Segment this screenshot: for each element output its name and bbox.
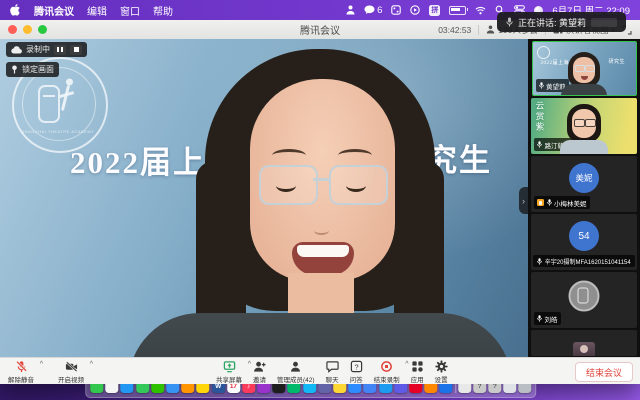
meeting-toolbar: 解除静音 ^ 开启视频 ^ 共享屏幕 ^ 邀请 bbox=[0, 357, 640, 384]
participant-tile-huangwangli[interactable]: 2022届上海 研究生 黄望莉 bbox=[532, 41, 637, 96]
record-status-icon[interactable] bbox=[410, 5, 420, 15]
meeting-window: 腾讯会议 03:42:53 199人参会 演讲者视图 ▾ bbox=[0, 20, 640, 384]
battery-icon bbox=[449, 6, 466, 15]
wifi-icon[interactable] bbox=[475, 6, 486, 15]
user-status-icon[interactable] bbox=[346, 5, 355, 15]
participant-avatar: 54 bbox=[569, 221, 599, 251]
divider bbox=[478, 25, 479, 35]
participant-tile-2[interactable]: 云赏紫 路汀韓妮 bbox=[531, 98, 637, 154]
chat-button[interactable]: 聊天 bbox=[326, 360, 339, 384]
speaking-toast-label: 正在讲话: 黄望莉 bbox=[518, 16, 586, 29]
participants-icon bbox=[486, 25, 495, 34]
settings-button[interactable]: 设置 bbox=[435, 360, 448, 384]
menu-help[interactable]: 帮助 bbox=[153, 3, 173, 18]
desktop: 腾讯会议 编辑 窗口 帮助 6 拼 bbox=[0, 0, 640, 400]
pin-icon bbox=[11, 65, 18, 74]
minimize-window-button[interactable] bbox=[23, 25, 32, 34]
participant-tile-4[interactable]: 54 辛宇20摄制MFA1620151041154 bbox=[531, 214, 637, 270]
participant-avatar-seal bbox=[569, 280, 600, 311]
participant-video-person bbox=[558, 104, 610, 154]
end-meeting-button[interactable]: 结束会议 bbox=[575, 362, 633, 382]
start-video-button[interactable]: 开启视频 ^ bbox=[58, 360, 84, 384]
participant-video-person bbox=[561, 52, 607, 96]
stop-recording-button[interactable] bbox=[70, 45, 82, 55]
participant-tile-5[interactable]: 刘皓 bbox=[531, 272, 637, 328]
seal-caption: SHANGHAI THEATRE ACADEMY bbox=[12, 129, 104, 134]
chat-icon bbox=[326, 360, 339, 373]
apps-grid-icon bbox=[411, 360, 424, 373]
recording-label: 录制中 bbox=[26, 44, 50, 55]
menu-app-name[interactable]: 腾讯会议 bbox=[34, 3, 74, 18]
sidebar-collapse-handle[interactable]: › bbox=[519, 187, 528, 214]
toast-preview-thumb bbox=[591, 18, 617, 27]
pause-recording-button[interactable] bbox=[54, 45, 66, 55]
camera-off-icon bbox=[65, 360, 78, 373]
apple-menu-icon[interactable] bbox=[10, 4, 21, 16]
recording-badge: 录制中 bbox=[6, 42, 87, 57]
share-screen-button[interactable]: 共享屏幕 ^ bbox=[216, 360, 242, 384]
participant-name-badge: 刘皓 bbox=[534, 312, 561, 325]
participant-name-badge: 辛宇20摄制MFA1620151041154 bbox=[533, 255, 635, 267]
meeting-content: 录制中 锁定画面 SHANGHAI THEATRE ACADEMY 2022届上… bbox=[0, 39, 640, 358]
participant-avatar: 美妮 bbox=[569, 163, 599, 193]
main-video-stage: 录制中 锁定画面 SHANGHAI THEATRE ACADEMY 2022届上… bbox=[0, 39, 528, 358]
speaker-face bbox=[250, 79, 395, 281]
game-status-icon[interactable] bbox=[391, 5, 401, 15]
mic-off-icon bbox=[15, 360, 28, 373]
mic-icon bbox=[537, 258, 542, 265]
gear-icon bbox=[435, 360, 448, 373]
tile-vertical-text: 云赏紫 bbox=[534, 101, 546, 133]
wechat-badge-count: 6 bbox=[377, 5, 382, 16]
participant-tile-6[interactable] bbox=[531, 330, 637, 356]
mic-icon bbox=[506, 17, 513, 27]
qa-icon: ? bbox=[350, 360, 363, 373]
tile-bg-text: 研究生 bbox=[609, 58, 626, 65]
qa-button[interactable]: ? 问答 bbox=[350, 360, 363, 384]
pinned-view-badge: 锁定画面 bbox=[6, 62, 59, 77]
input-method-icon[interactable]: 拼 bbox=[429, 5, 440, 16]
mic-icon bbox=[537, 141, 542, 148]
close-window-button[interactable] bbox=[8, 25, 17, 34]
menu-edit[interactable]: 编辑 bbox=[87, 3, 107, 18]
meeting-timer: 03:42:53 bbox=[438, 25, 471, 35]
mini-seal-icon bbox=[537, 46, 550, 59]
participant-name-badge: 小梅林美妮 bbox=[534, 196, 590, 209]
chevron-up-icon[interactable]: ^ bbox=[248, 361, 251, 368]
invite-button[interactable]: 邀请 bbox=[253, 360, 266, 384]
mic-icon bbox=[539, 82, 544, 89]
record-stop-icon bbox=[380, 360, 393, 373]
svg-text:?: ? bbox=[354, 362, 358, 371]
speaking-toast: 正在讲话: 黄望莉 bbox=[497, 12, 626, 32]
participants-sidebar: 2022届上海 研究生 黄望莉 云赏紫 bbox=[528, 39, 640, 358]
invite-icon bbox=[253, 360, 266, 373]
unmute-button[interactable]: 解除静音 ^ bbox=[8, 360, 34, 384]
stop-record-button[interactable]: 结束录制 ^ bbox=[374, 360, 400, 384]
raise-hand-icon bbox=[537, 199, 544, 206]
window-title: 腾讯会议 bbox=[300, 22, 340, 37]
chevron-up-icon[interactable]: ^ bbox=[40, 361, 43, 368]
share-screen-icon bbox=[223, 360, 236, 373]
participant-tile-3[interactable]: 美妮 小梅林美妮 bbox=[531, 156, 637, 212]
chevron-up-icon[interactable]: ^ bbox=[90, 361, 93, 368]
zoom-window-button[interactable] bbox=[38, 25, 47, 34]
wechat-status-icon[interactable]: 6 bbox=[364, 5, 382, 16]
menu-window[interactable]: 窗口 bbox=[120, 3, 140, 18]
apps-button[interactable]: 应用 bbox=[411, 360, 424, 384]
members-icon bbox=[289, 360, 302, 373]
speaker-video-person bbox=[160, 49, 480, 358]
mic-icon bbox=[537, 315, 542, 322]
pinned-view-label: 锁定画面 bbox=[22, 64, 54, 75]
mic-icon bbox=[547, 199, 552, 206]
chevron-up-icon[interactable]: ^ bbox=[405, 361, 408, 368]
participant-avatar bbox=[573, 342, 595, 356]
manage-members-button[interactable]: 管理成员(42) bbox=[277, 360, 315, 384]
cloud-record-icon bbox=[11, 46, 22, 54]
